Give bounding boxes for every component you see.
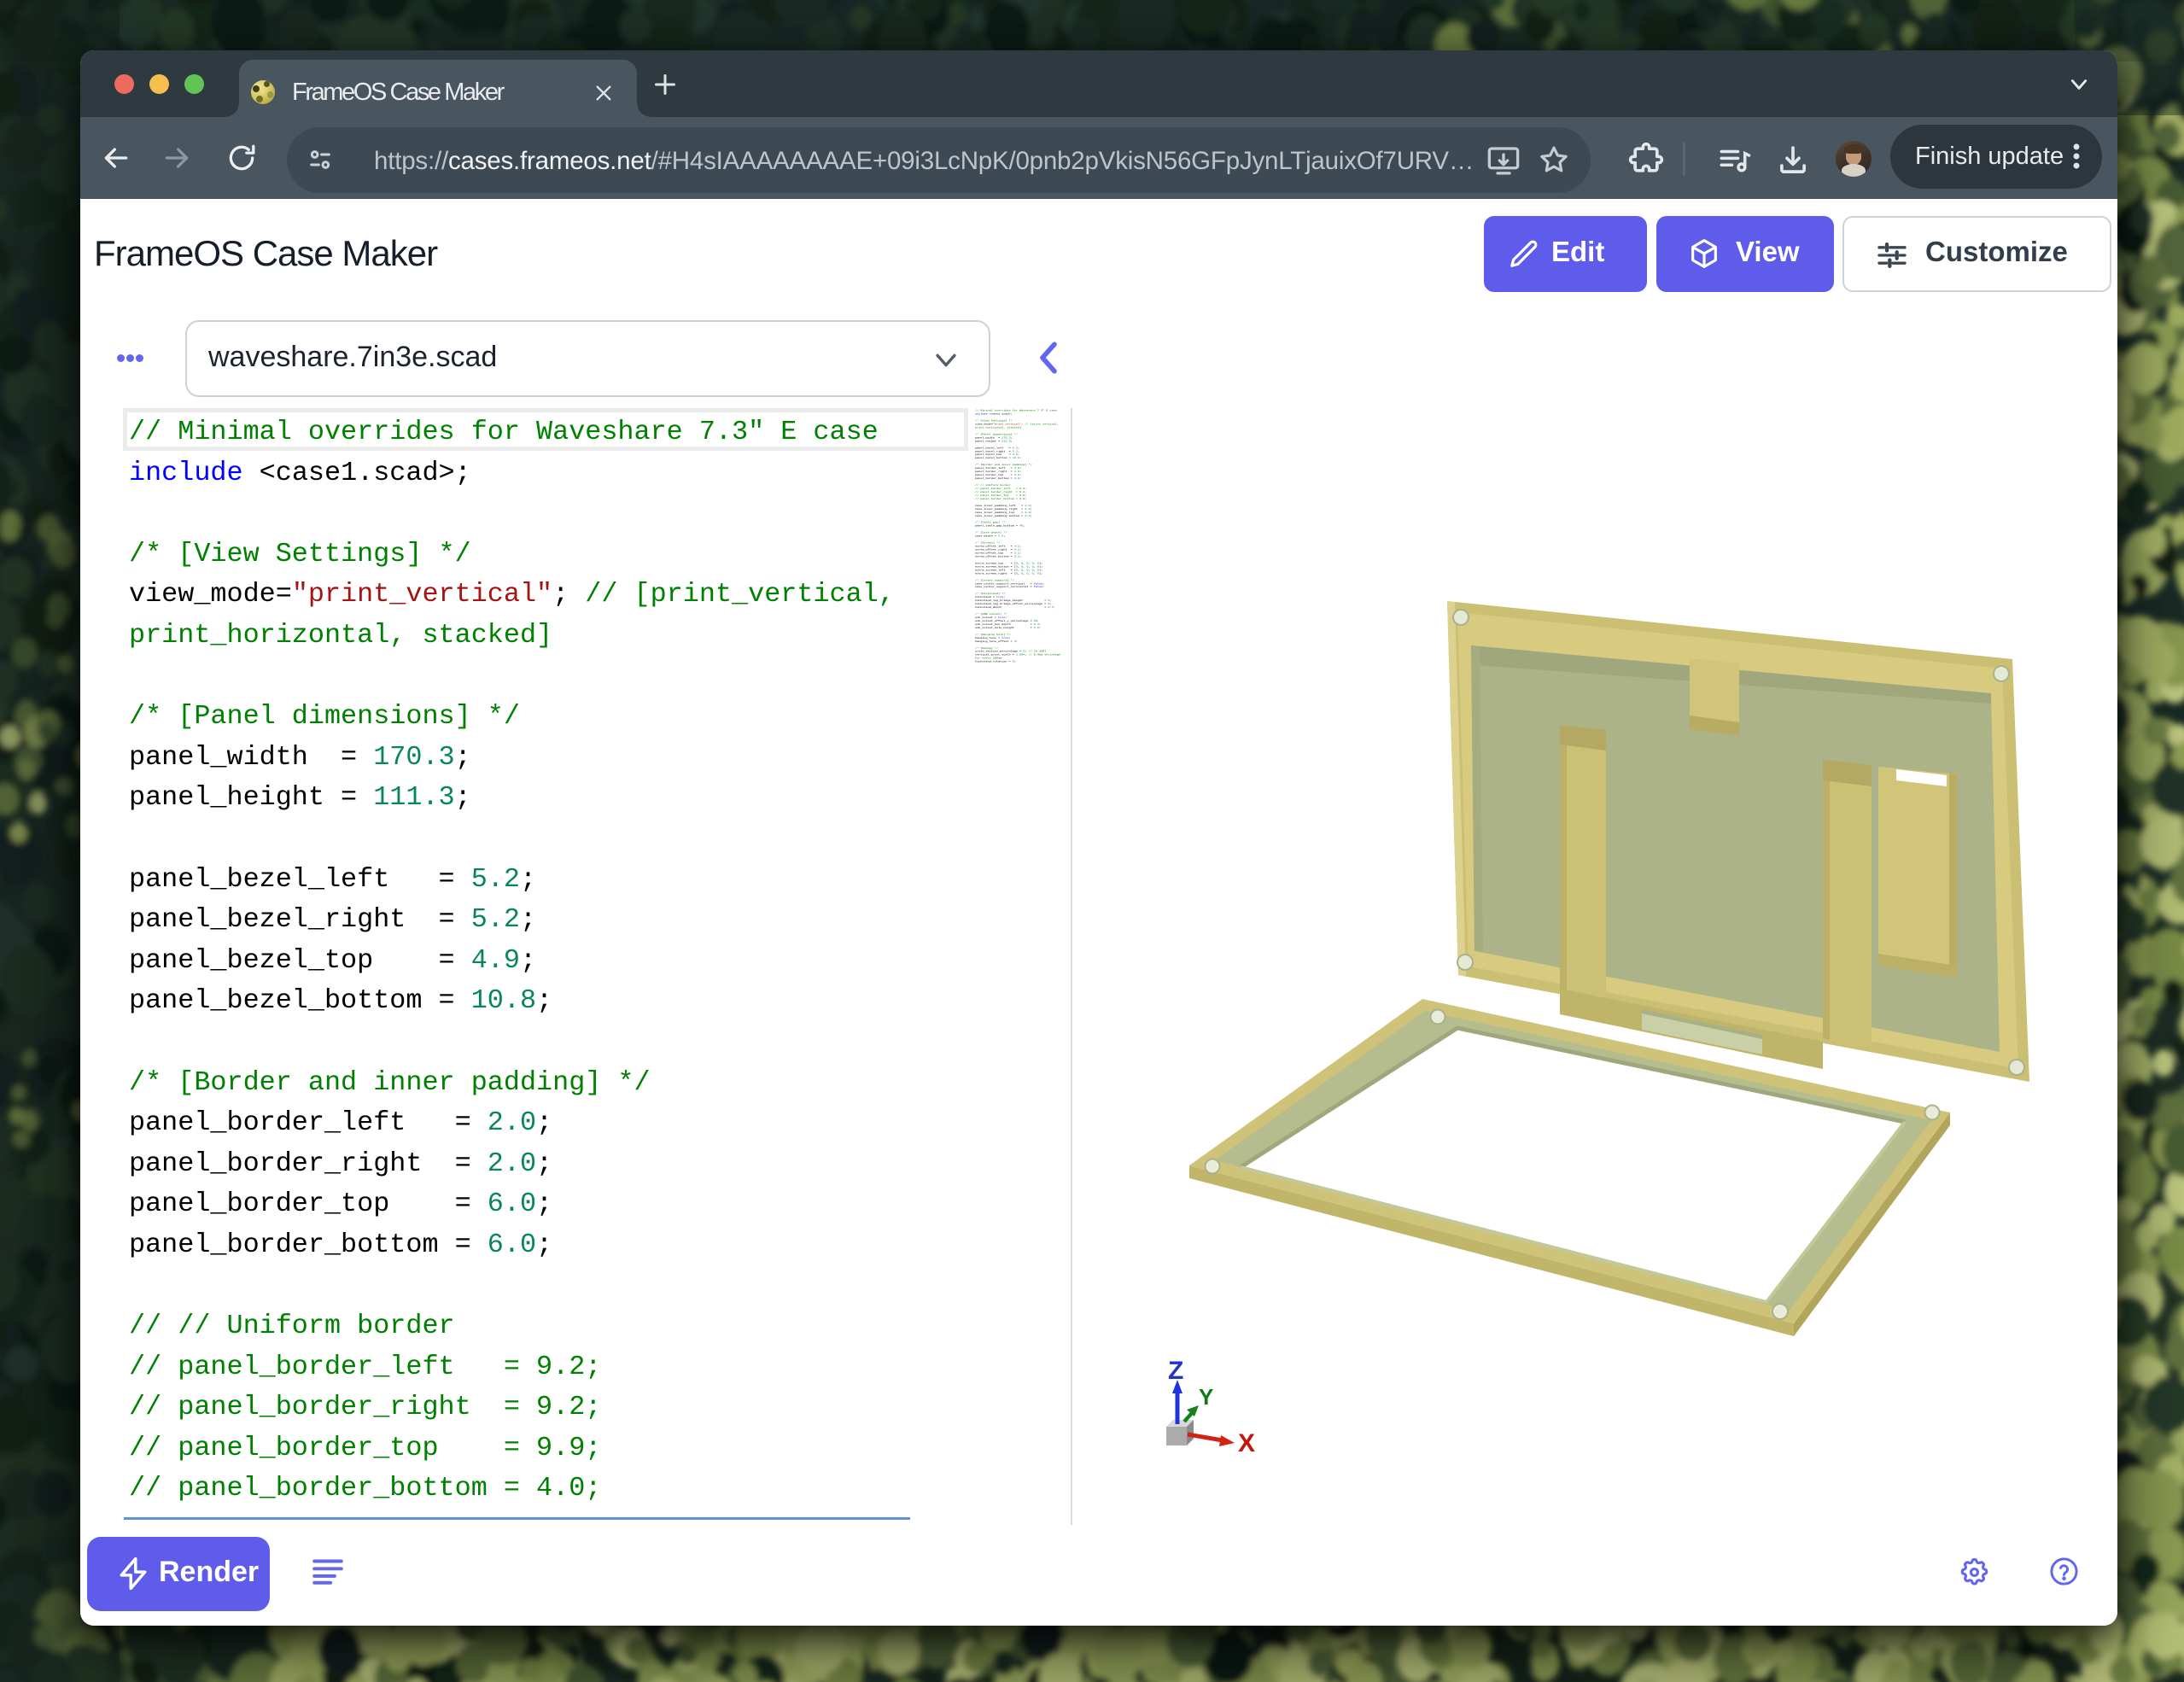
svg-text:X: X <box>1238 1429 1255 1457</box>
svg-text:Z: Z <box>1168 1357 1183 1385</box>
svg-text:Y: Y <box>1199 1384 1213 1410</box>
